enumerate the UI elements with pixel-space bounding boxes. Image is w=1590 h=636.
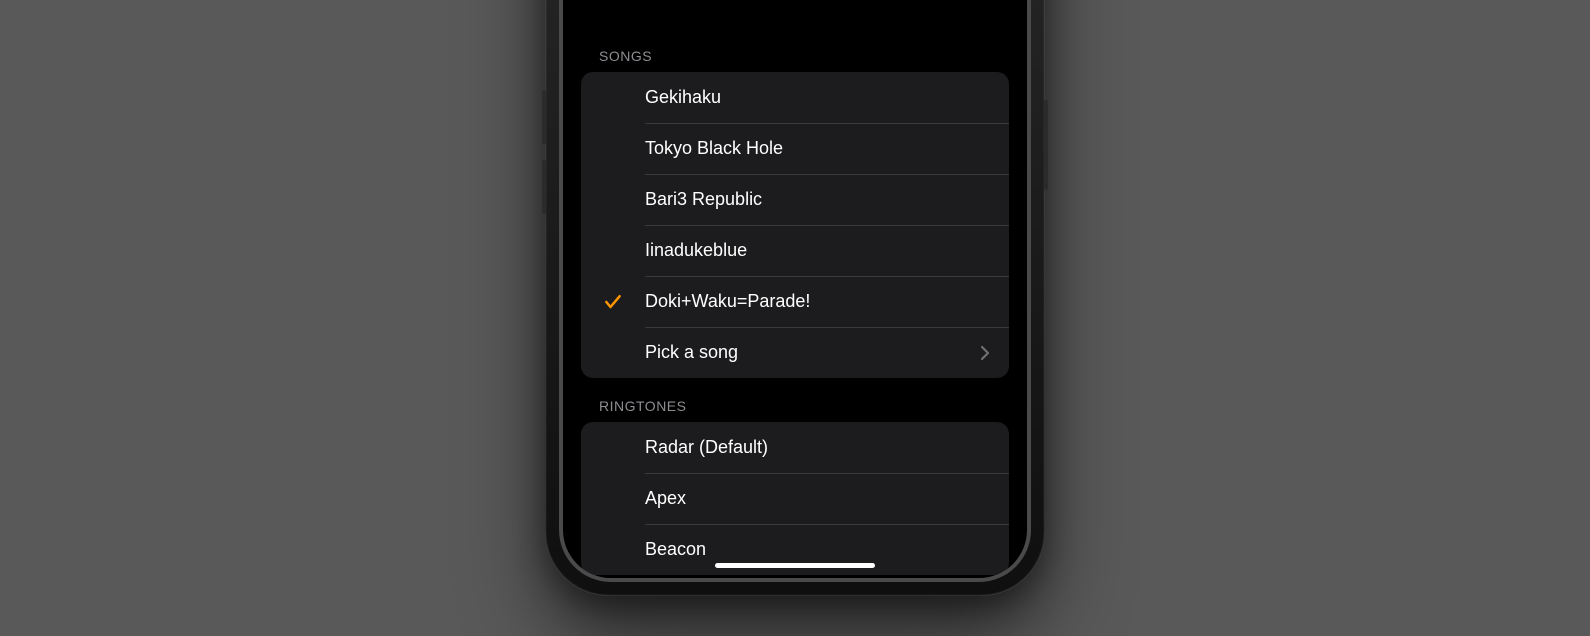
song-row[interactable]: Bari3 Republic [581, 174, 1009, 225]
side-button [1044, 100, 1048, 190]
home-indicator[interactable] [715, 563, 875, 568]
song-row-selected[interactable]: Doki+Waku=Parade! [581, 276, 1009, 327]
song-label: Tokyo Black Hole [645, 138, 1009, 159]
volume-down-button [542, 160, 546, 214]
ringtone-label: Radar (Default) [645, 437, 1009, 458]
check-icon [581, 292, 645, 312]
song-label: Bari3 Republic [645, 189, 1009, 210]
song-label: Doki+Waku=Parade! [645, 291, 1009, 312]
song-label: Gekihaku [645, 87, 1009, 108]
section-header-ringtones: RINGTONES [581, 378, 1009, 422]
ringtone-row[interactable]: Apex [581, 473, 1009, 524]
phone-screen: SONGS Gekihaku Tokyo Black Hole Bari3 Re… [563, 0, 1027, 578]
pick-a-song-label: Pick a song [645, 342, 973, 363]
song-row[interactable]: Tokyo Black Hole [581, 123, 1009, 174]
chevron-right-icon [973, 345, 1009, 361]
volume-up-button [542, 90, 546, 144]
ringtones-group: Radar (Default) Apex Beacon [581, 422, 1009, 575]
song-row[interactable]: Iinadukeblue [581, 225, 1009, 276]
ringtone-label: Apex [645, 488, 1009, 509]
song-label: Iinadukeblue [645, 240, 1009, 261]
songs-group: Gekihaku Tokyo Black Hole Bari3 Republic… [581, 72, 1009, 378]
song-row[interactable]: Gekihaku [581, 72, 1009, 123]
section-header-songs: SONGS [581, 28, 1009, 72]
ringtone-row[interactable]: Radar (Default) [581, 422, 1009, 473]
phone-frame: SONGS Gekihaku Tokyo Black Hole Bari3 Re… [545, 0, 1045, 596]
ringtone-label: Beacon [645, 539, 1009, 560]
pick-a-song-row[interactable]: Pick a song [581, 327, 1009, 378]
